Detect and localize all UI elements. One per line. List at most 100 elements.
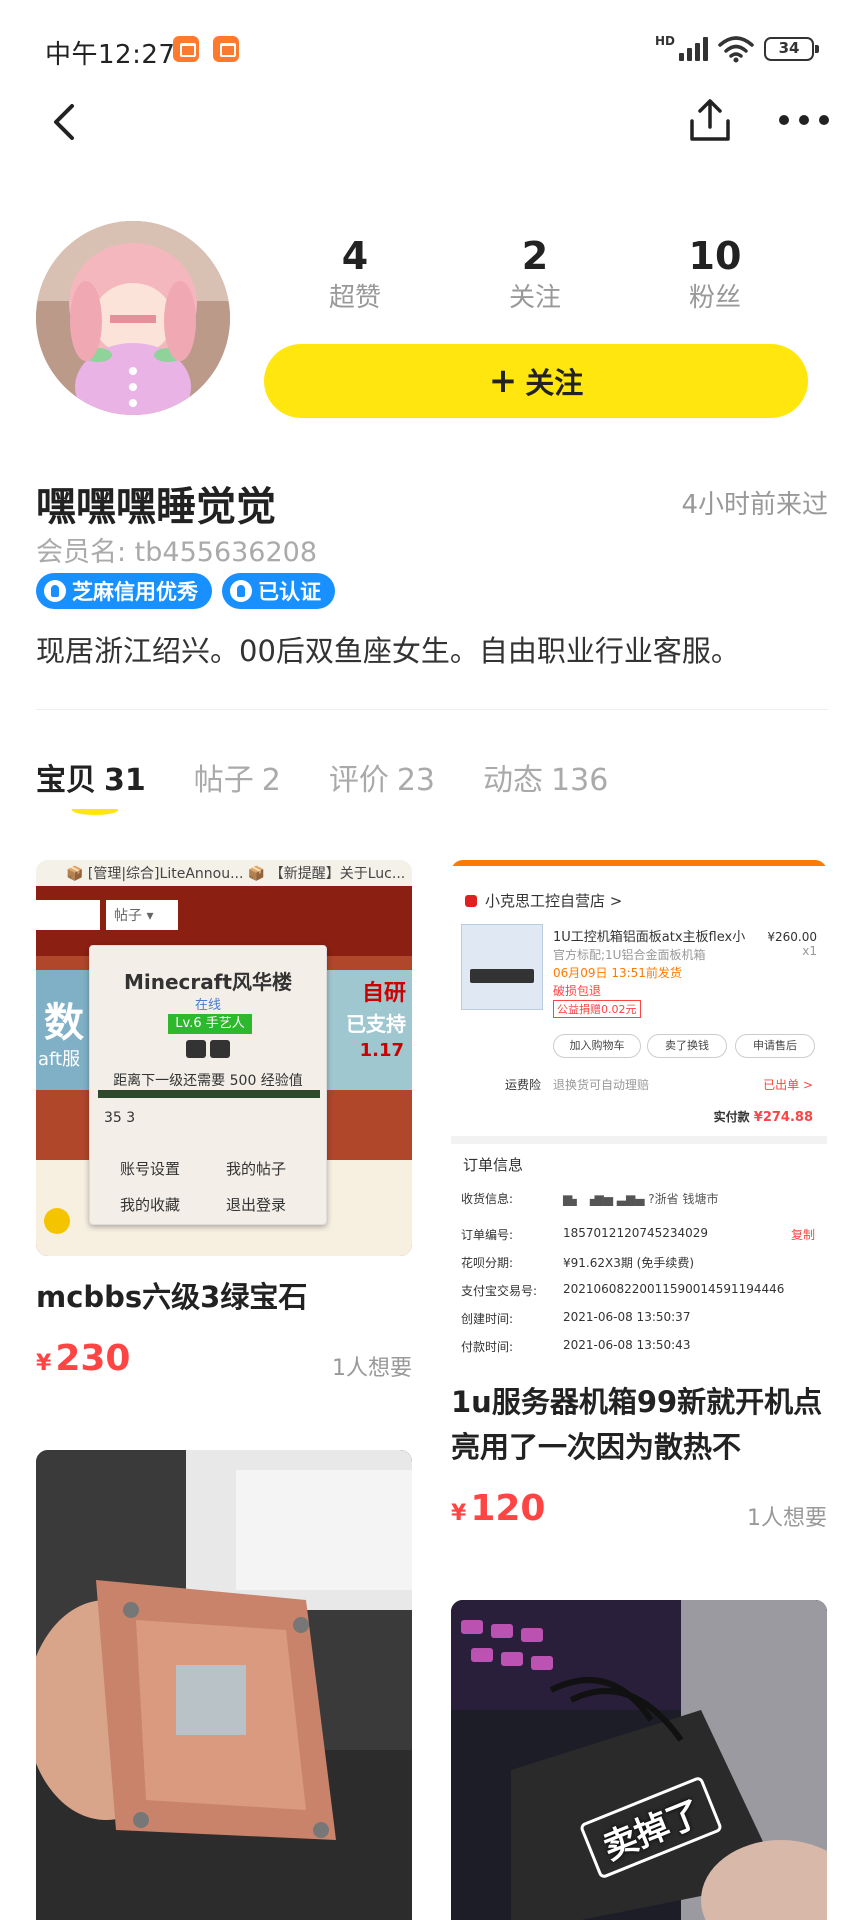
- tab-items[interactable]: 宝贝 31: [36, 755, 146, 825]
- popup-menu-item: 账号设置: [120, 1160, 181, 1178]
- item-image[interactable]: 小克思工控自营店 > 1U工控机箱铝面板atx主板flex小 ¥260.00 x1…: [451, 860, 827, 1358]
- tab-count: 31: [104, 763, 146, 798]
- image-select: 帖子 ▾: [106, 900, 178, 930]
- battery-icon: 34: [764, 37, 819, 61]
- tab-label: 帖子: [193, 763, 254, 798]
- minecart-icon: [186, 1040, 232, 1062]
- image-search: [36, 900, 100, 930]
- order-row-value: 1857012120745234029: [563, 1226, 709, 1240]
- plus-icon: +: [488, 361, 518, 401]
- image-topbar: 📦 [管理|综合]LiteAnnou... 📦 【新提醒】关于Luc...: [36, 860, 412, 886]
- credit-badge[interactable]: 芝麻信用优秀: [36, 573, 212, 609]
- tab-posts[interactable]: 帖子 2: [194, 755, 281, 825]
- image-text: aft服: [38, 1049, 81, 1070]
- order-button: 申请售后: [735, 1034, 815, 1058]
- price-value: 120: [470, 1488, 546, 1529]
- taobao-notification-icon: [213, 36, 239, 62]
- item-want-count: 1人想要: [747, 1506, 827, 1531]
- order-info: 订单信息 收货信息: ▆▖ ▗▆▅ ▃▆▄ ?浙省 钱塘市 订单编号: 1857…: [451, 1144, 827, 1358]
- order-row-label: 花呗分期:: [461, 1256, 514, 1270]
- verified-badge[interactable]: 已认证: [222, 573, 335, 609]
- follow-button[interactable]: + 关注: [264, 344, 808, 418]
- popup-level: Lv.6 手艺人: [168, 1014, 252, 1034]
- tab-label: 宝贝: [36, 763, 96, 798]
- item-want-count: 1人想要: [332, 1356, 412, 1381]
- order-copy: 复制: [790, 1228, 815, 1242]
- tab-reviews[interactable]: 评价 23: [329, 755, 435, 825]
- popup-exp-bar: [98, 1090, 320, 1098]
- price-value: 230: [55, 1338, 131, 1379]
- avatar-image: [36, 221, 230, 415]
- order-info-header: 订单信息: [463, 1156, 524, 1174]
- order-row-value: ¥91.62X3期 (免手续费): [563, 1256, 695, 1270]
- order-row-label: 收货信息:: [461, 1192, 514, 1206]
- order-price: ¥260.00: [767, 930, 817, 944]
- popup-menu-item: 我的收藏: [120, 1196, 181, 1214]
- popup-menu-item: 我的帖子: [226, 1160, 287, 1178]
- order-product-title: 1U工控机箱铝面板atx主板flex小: [553, 930, 746, 945]
- stat-followers[interactable]: 10 粉丝: [625, 232, 805, 332]
- item-image[interactable]: 卖掉了: [451, 1600, 827, 1920]
- order-button: 卖了换钱: [647, 1034, 727, 1058]
- stat-label: 粉丝: [688, 283, 741, 313]
- status-time: 中午12:27: [45, 40, 176, 70]
- status-bar: 中午12:27 HD 34: [0, 0, 864, 100]
- order-button: 加入购物车: [553, 1034, 641, 1058]
- order-row-label: 订单编号:: [461, 1228, 514, 1242]
- image-popup: Minecraft风华楼 在线 Lv.6 手艺人 距离下一级还需要 500 经验…: [89, 945, 327, 1225]
- order-row-value: 2021-06-08 13:50:37: [563, 1310, 691, 1324]
- stat-label: 超赞: [328, 283, 381, 313]
- taobao-notification-icon: [173, 36, 199, 62]
- popup-exp: 距离下一级还需要 500 经验值: [113, 1073, 303, 1089]
- stat-following[interactable]: 2 关注: [445, 232, 625, 332]
- tab-label: 评价: [328, 763, 389, 798]
- order-row-label: 付款时间:: [461, 1340, 514, 1354]
- currency-symbol: ¥: [36, 1351, 52, 1376]
- order-row-label: 支付宝交易号:: [461, 1284, 538, 1298]
- order-product-price: ¥260.00 x1: [767, 930, 817, 958]
- speaker-icon: [44, 1208, 70, 1234]
- order-ship-status: 已出单 >: [763, 1078, 813, 1092]
- back-icon[interactable]: [44, 100, 88, 144]
- item-title[interactable]: mcbbs六级3绿宝石: [36, 1275, 412, 1320]
- image-text: 数: [44, 1000, 84, 1046]
- stat-likes[interactable]: 4 超赞: [265, 232, 445, 332]
- share-icon[interactable]: [686, 97, 734, 145]
- status-icons: HD 34: [655, 34, 819, 64]
- popup-gems: 35 3: [104, 1110, 136, 1126]
- profile-tabs: 宝贝 31 帖子 2 评价 23 动态 136: [36, 755, 608, 825]
- item-image[interactable]: 📦 [管理|综合]LiteAnnou... 📦 【新提醒】关于Luc... 帖子…: [36, 860, 412, 1256]
- item-title[interactable]: 1u服务器机箱99新就开机点亮用了一次因为散热不: [451, 1380, 827, 1470]
- stat-label: 关注: [508, 283, 561, 313]
- divider: [36, 709, 828, 710]
- order-row-value: ▆▖ ▗▆▅ ▃▆▄ ?浙省 钱塘市: [563, 1192, 719, 1206]
- order-qty: x1: [802, 944, 817, 958]
- order-date: 06月09日 13:51前发货: [553, 966, 682, 980]
- follow-label: 关注: [525, 366, 584, 400]
- order-paid: 实付款 ¥274.88: [714, 1108, 813, 1125]
- image-text: 自研: [361, 981, 406, 1006]
- stat-value: 2: [521, 234, 549, 278]
- stat-value: 4: [341, 234, 369, 278]
- sesame-icon: [44, 580, 66, 602]
- order-thumbnail: [461, 924, 543, 1010]
- item-price: ¥120: [451, 1488, 545, 1529]
- order-tag: 破损包退: [553, 984, 602, 998]
- item-image[interactable]: [36, 1450, 412, 1920]
- tab-label: 动态: [483, 763, 544, 798]
- order-ship-label: 运费险: [505, 1078, 542, 1092]
- popup-menu-item: 退出登录: [226, 1196, 287, 1214]
- popup-status: 在线: [194, 998, 221, 1013]
- profile-stats: 4 超赞 2 关注 10 粉丝: [265, 232, 805, 332]
- heatsink-photo: [36, 1450, 412, 1920]
- order-row-value: 20210608220011590014591194446: [563, 1282, 785, 1296]
- image-text: 1.17: [359, 1040, 404, 1061]
- order-paid-value: ¥274.88: [753, 1110, 813, 1125]
- tab-activity[interactable]: 动态 136: [483, 755, 608, 825]
- currency-symbol: ¥: [451, 1501, 467, 1526]
- more-icon[interactable]: [778, 112, 830, 128]
- avatar[interactable]: [36, 221, 230, 415]
- order-ship-text: 退换货可自动理赔: [553, 1078, 650, 1092]
- stat-value: 10: [688, 234, 742, 278]
- tab-count: 136: [551, 763, 609, 798]
